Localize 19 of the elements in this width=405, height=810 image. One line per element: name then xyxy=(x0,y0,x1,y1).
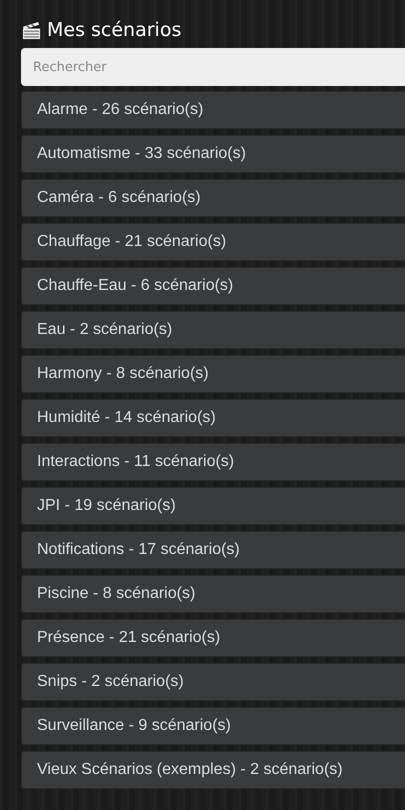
category-item[interactable]: Chauffe-Eau - 6 scénario(s) xyxy=(21,267,405,305)
clapperboard-icon xyxy=(22,20,41,40)
search-field[interactable]: Rechercher xyxy=(21,48,405,86)
category-item[interactable]: Piscine - 8 scénario(s) xyxy=(21,575,405,613)
category-item[interactable]: Alarme - 26 scénario(s) xyxy=(21,91,405,129)
category-item[interactable]: Interactions - 11 scénario(s) xyxy=(21,443,405,481)
category-item[interactable]: Automatisme - 33 scénario(s) xyxy=(21,135,405,173)
page-title: Mes scénarios xyxy=(47,19,182,41)
category-item[interactable]: Notifications - 17 scénario(s) xyxy=(21,531,405,569)
category-item[interactable]: Humidité - 14 scénario(s) xyxy=(21,399,405,437)
category-item[interactable]: Harmony - 8 scénario(s) xyxy=(21,355,405,393)
category-item[interactable]: JPI - 19 scénario(s) xyxy=(21,487,405,525)
category-item[interactable]: Caméra - 6 scénario(s) xyxy=(21,179,405,217)
category-item[interactable]: Surveillance - 9 scénario(s) xyxy=(21,707,405,745)
category-item[interactable]: Vieux Scénarios (exemples) - 2 scénario(s) xyxy=(21,751,405,789)
category-item[interactable]: Chauffage - 21 scénario(s) xyxy=(21,223,405,261)
category-item[interactable]: Présence - 21 scénario(s) xyxy=(21,619,405,657)
category-item[interactable]: Eau - 2 scénario(s) xyxy=(21,311,405,349)
category-item[interactable]: Snips - 2 scénario(s) xyxy=(21,663,405,701)
